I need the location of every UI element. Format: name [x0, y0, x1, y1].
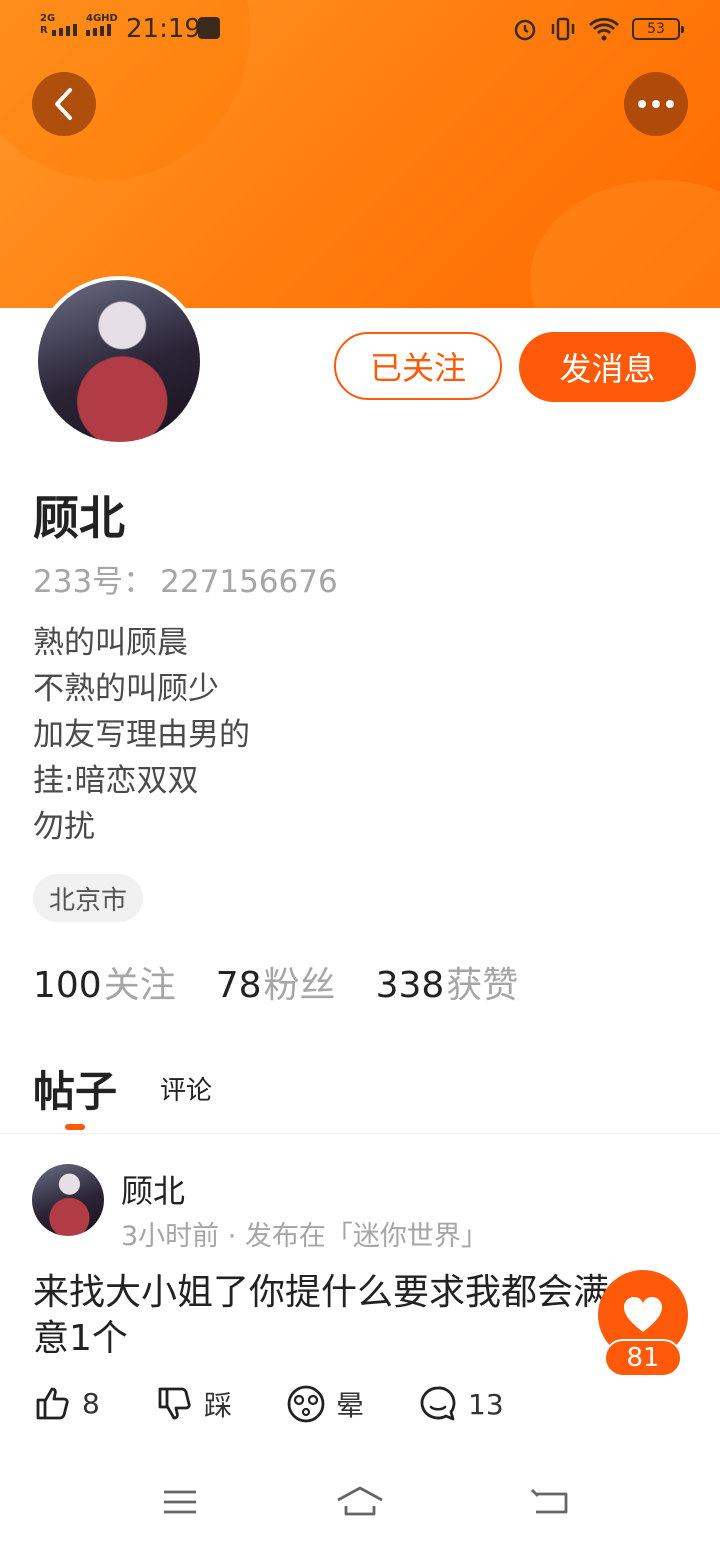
fans-stat[interactable]: 78粉丝: [216, 956, 336, 1008]
likes-stat: 338获赞: [375, 965, 519, 1006]
more-button[interactable]: [624, 72, 688, 136]
upvote-button[interactable]: 8: [34, 1384, 100, 1422]
location-tag: 北京市: [33, 874, 144, 922]
signal-sim2: 4GHD: [86, 14, 118, 39]
menu-icon[interactable]: [162, 1478, 198, 1526]
thumb-up-icon: [36, 1387, 69, 1420]
back-arrow-icon: [55, 88, 72, 120]
send-message-button[interactable]: 发消息: [519, 332, 696, 402]
dizzy-reaction-button[interactable]: 晕: [286, 1384, 364, 1424]
tab-comments[interactable]: 评论: [160, 1070, 212, 1107]
wifi-icon: [589, 17, 619, 41]
following-button[interactable]: 已关注: [334, 332, 502, 400]
back-button[interactable]: [32, 72, 96, 136]
bio-line: 熟的叫顾晨: [33, 625, 188, 661]
signal-bars-icon: [51, 24, 77, 36]
following-stat[interactable]: 100关注: [33, 956, 176, 1008]
active-tab-indicator: [65, 1124, 85, 1130]
clock: 21:19: [126, 14, 201, 44]
comment-button[interactable]: 13: [418, 1384, 504, 1424]
bio-line: 加友写理由男的: [33, 717, 250, 753]
more-dots-icon: [638, 100, 674, 108]
profile-bio: 熟的叫顾晨 不熟的叫顾少 加友写理由男的 挂:暗恋双双 勿扰: [33, 620, 250, 850]
bio-line: 挂:暗恋双双: [33, 763, 199, 799]
thumb-down-icon: [158, 1387, 191, 1420]
tab-posts[interactable]: 帖子: [33, 1058, 117, 1119]
heart-icon: [624, 1297, 662, 1332]
vibrate-icon: [551, 17, 575, 41]
signal-bars-icon: [86, 24, 111, 36]
system-navigation-bar: [0, 1460, 720, 1544]
status-bar: 2G R 4GHD 21:19 53: [0, 0, 720, 56]
post-meta: 3小时前 · 发布在「迷你世界」: [121, 1221, 488, 1252]
bio-line: 不熟的叫顾少: [33, 671, 219, 707]
content-tabs: 帖子 评论: [0, 1058, 720, 1134]
alarm-icon: [514, 19, 536, 41]
post-author-name[interactable]: 顾北: [121, 1166, 185, 1212]
return-icon[interactable]: [530, 1478, 570, 1526]
post-text[interactable]: 来找大小姐了你提什么要求我都会满意1个: [33, 1270, 633, 1362]
profile-id: 233号： 227156676: [33, 564, 338, 600]
profile-stats: 100关注 78粉丝 338获赞: [33, 956, 518, 1008]
like-count-badge: 81: [604, 1339, 682, 1377]
post-author-avatar[interactable]: [32, 1164, 104, 1236]
post-actions: 8 踩 晕 13: [0, 1384, 720, 1440]
comment-bubble-icon: [420, 1386, 456, 1421]
signal-sim1: 2G R: [40, 14, 84, 36]
bio-line: 勿扰: [33, 809, 95, 845]
dizzy-face-icon: [287, 1385, 325, 1423]
profile-name: 顾北: [33, 491, 125, 545]
battery-indicator: 53: [632, 18, 684, 40]
profile-avatar[interactable]: [34, 276, 204, 446]
home-icon[interactable]: [336, 1478, 384, 1526]
downvote-button[interactable]: 踩: [156, 1384, 232, 1424]
message-notification-icon: [198, 17, 220, 39]
